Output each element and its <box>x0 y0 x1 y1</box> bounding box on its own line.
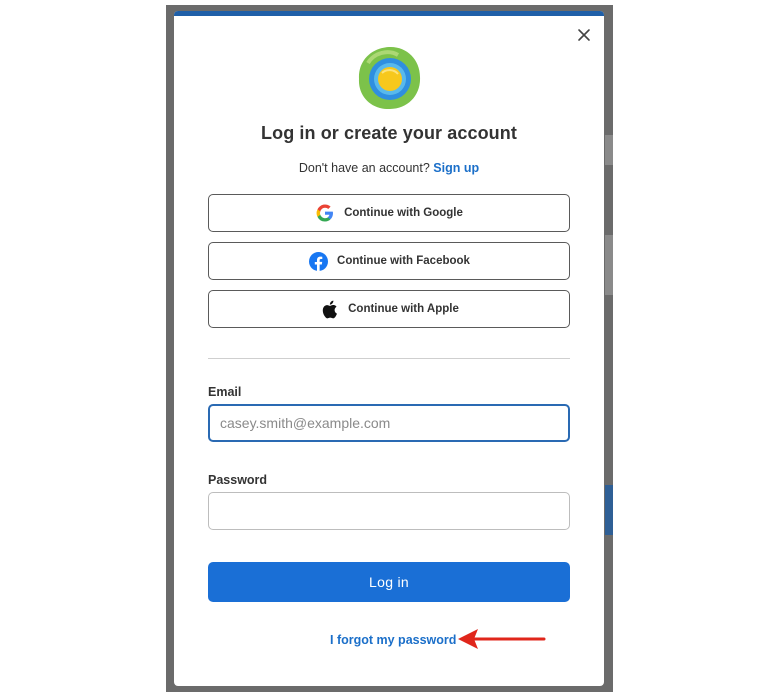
signup-prompt: Don't have an account? Sign up <box>174 161 604 175</box>
continue-with-google-button[interactable]: Continue with Google <box>208 194 570 232</box>
password-field[interactable] <box>208 492 570 530</box>
email-label: Email <box>208 385 242 399</box>
forgot-password-link[interactable]: I forgot my password <box>330 633 456 647</box>
background-fragment <box>605 485 613 535</box>
close-button[interactable] <box>574 25 594 45</box>
apple-button-label: Continue with Apple <box>348 303 459 315</box>
signup-prompt-text: Don't have an account? <box>298 161 430 175</box>
background-fragment <box>605 235 613 295</box>
facebook-button-label: Continue with Facebook <box>337 255 470 267</box>
brand-logo-icon <box>358 46 421 110</box>
continue-with-facebook-button[interactable]: Continue with Facebook <box>208 242 570 280</box>
google-button-label: Continue with Google <box>344 207 463 219</box>
close-icon <box>578 29 590 41</box>
email-field[interactable] <box>208 404 570 442</box>
red-arrow-annotation-icon <box>458 629 546 649</box>
apple-icon <box>319 299 339 319</box>
login-button[interactable]: Log in <box>208 562 570 602</box>
signup-link[interactable]: Sign up <box>433 161 479 175</box>
google-icon <box>315 203 335 223</box>
continue-with-apple-button[interactable]: Continue with Apple <box>208 290 570 328</box>
login-modal: Log in or create your account Don't have… <box>174 11 604 686</box>
modal-accent-bar <box>174 11 604 16</box>
password-label: Password <box>208 473 268 487</box>
facebook-icon <box>308 251 328 271</box>
section-divider <box>208 358 570 359</box>
modal-title: Log in or create your account <box>261 123 517 143</box>
background-fragment <box>605 135 613 165</box>
